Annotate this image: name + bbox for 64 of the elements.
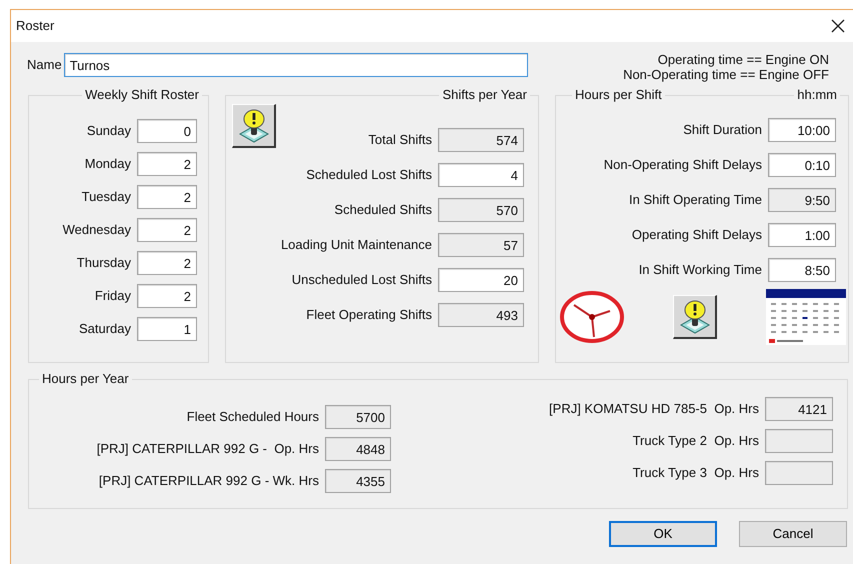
- clock-icon: [560, 291, 624, 343]
- window-title: Roster: [16, 17, 54, 36]
- field-label: Fleet Scheduled Hours: [186, 408, 319, 426]
- number-field[interactable]: [765, 461, 833, 485]
- field-label: [PRJ] CATERPILLAR 992 G - Wk. Hrs: [98, 472, 319, 490]
- field-label: Loading Unit Maintenance: [280, 236, 432, 254]
- number-field[interactable]: 8:50: [768, 258, 836, 282]
- warning-icon[interactable]: [232, 104, 276, 148]
- close-icon[interactable]: [831, 19, 845, 33]
- field-label: Saturday: [78, 320, 131, 338]
- field-label: Total Shifts: [368, 131, 432, 150]
- field-label: Truck Type 3 Op. Hrs: [632, 464, 759, 482]
- number-field[interactable]: 4848: [325, 437, 391, 461]
- note-text: Non-Operating time == Engine OFF: [623, 67, 829, 82]
- dialog-button[interactable]: OK: [609, 521, 717, 547]
- number-field[interactable]: 493: [438, 303, 524, 327]
- field-label: Fleet Operating Shifts: [306, 306, 432, 324]
- field-label: Unscheduled Lost Shifts: [292, 271, 432, 290]
- number-field[interactable]: 0: [137, 119, 197, 143]
- number-field[interactable]: [765, 429, 833, 453]
- field-label: Truck Type 2 Op. Hrs: [632, 432, 759, 450]
- field-label: Wednesday: [62, 221, 131, 240]
- number-field[interactable]: 574: [438, 128, 524, 152]
- number-field[interactable]: 1:00: [768, 223, 836, 247]
- field-label: [PRJ] CATERPILLAR 992 G - Op. Hrs: [96, 440, 319, 458]
- number-field[interactable]: 4: [438, 163, 524, 187]
- field-label: Operating Shift Delays: [632, 226, 762, 244]
- field-label: Shift Duration: [683, 121, 762, 140]
- field-label: Name: [27, 56, 62, 74]
- number-field[interactable]: 2: [137, 284, 197, 308]
- number-field[interactable]: 4355: [325, 469, 391, 493]
- group-title: Hours per Year: [39, 371, 132, 387]
- group-title: Weekly Shift Roster: [82, 87, 202, 103]
- number-field[interactable]: 5700: [325, 405, 391, 429]
- note-text: Operating time == Engine ON: [656, 52, 829, 67]
- field-label: Thursday: [76, 254, 131, 272]
- name-field[interactable]: Turnos: [64, 53, 528, 77]
- number-field[interactable]: 57: [438, 233, 524, 257]
- number-field[interactable]: 9:50: [768, 188, 836, 212]
- field-label: Monday: [84, 155, 131, 174]
- number-field[interactable]: 10:00: [768, 118, 836, 142]
- group-title: Hours per Shift: [572, 87, 665, 103]
- number-field[interactable]: 2: [137, 185, 197, 209]
- warning-icon[interactable]: [673, 295, 717, 339]
- field-label: In Shift Operating Time: [629, 191, 762, 210]
- number-field[interactable]: 0:10: [768, 153, 836, 177]
- number-field[interactable]: 570: [438, 198, 524, 222]
- group-title: Shifts per Year: [439, 87, 530, 103]
- field-label: Tuesday: [82, 188, 131, 206]
- number-field[interactable]: 20: [438, 268, 524, 292]
- number-field[interactable]: 2: [137, 152, 197, 176]
- number-field[interactable]: 2: [137, 218, 197, 242]
- field-label: Non-Operating Shift Delays: [604, 156, 762, 174]
- number-field[interactable]: 2: [137, 251, 197, 275]
- number-field[interactable]: 4121: [765, 397, 833, 421]
- field-label: Scheduled Shifts: [334, 201, 432, 220]
- field-label: Scheduled Lost Shifts: [306, 166, 432, 184]
- dialog-button[interactable]: Cancel: [739, 521, 847, 547]
- field-label: In Shift Working Time: [638, 261, 762, 280]
- field-label: [PRJ] KOMATSU HD 785-5 Op. Hrs: [549, 400, 759, 418]
- field-label: Sunday: [86, 122, 131, 140]
- field-label: Friday: [94, 287, 131, 306]
- calendar-icon: [766, 289, 846, 345]
- number-field[interactable]: 1: [137, 317, 197, 341]
